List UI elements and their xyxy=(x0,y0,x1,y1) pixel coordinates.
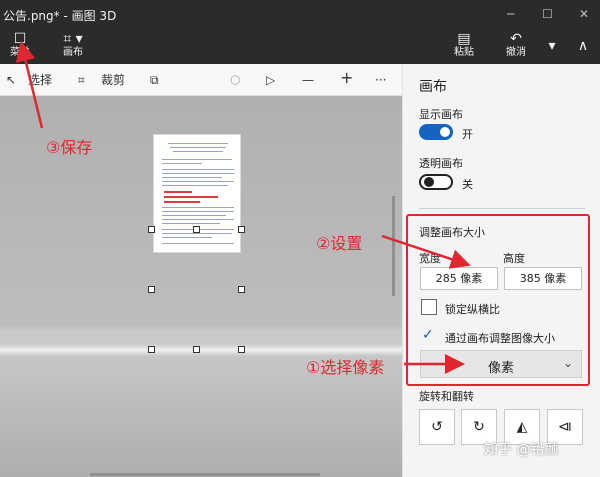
save-arrow xyxy=(15,41,44,129)
watermark: 知乎 @铅颜 xyxy=(484,442,559,458)
settings-arrow xyxy=(381,234,471,269)
annotation-arrows xyxy=(15,41,471,374)
save-annotation: ③保存 xyxy=(46,138,93,157)
settings-annotation: ②设置 xyxy=(316,234,363,253)
select-pixels-annotation: ①选择像素 xyxy=(306,358,385,377)
